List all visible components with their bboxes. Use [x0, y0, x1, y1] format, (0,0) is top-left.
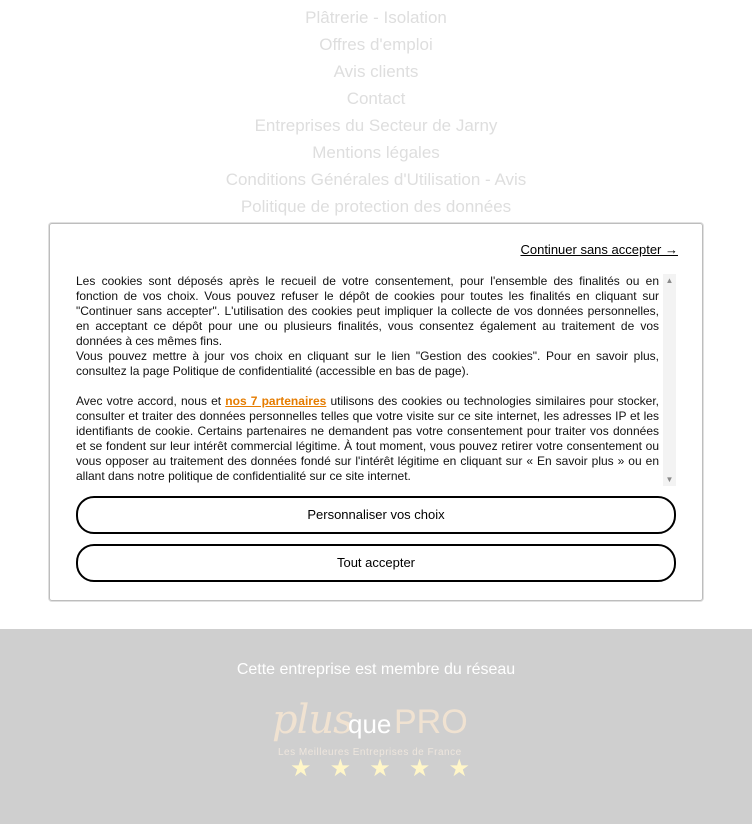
continue-without-accepting-link[interactable]: Continuer sans accepter → — [520, 242, 678, 257]
footer: Cette entreprise est membre du réseau pl… — [0, 629, 752, 824]
accept-all-button[interactable]: Tout accepter — [76, 544, 676, 582]
scroll-up-arrow-icon[interactable]: ▲ — [663, 276, 676, 285]
partners-link[interactable]: nos 7 partenaires — [225, 394, 326, 408]
consent-text: Les cookies sont déposés après le recuei… — [76, 274, 659, 484]
logo-que-text: que — [348, 709, 392, 739]
consent-paragraph-3: Avec votre accord, nous et nos 7 partena… — [76, 394, 659, 484]
scroll-down-arrow-icon[interactable]: ▼ — [663, 475, 676, 484]
cookie-consent-dialog: Continuer sans accepter → Les cookies so… — [49, 223, 703, 601]
logo-pro-text: PRO — [394, 703, 468, 741]
vertical-scrollbar[interactable]: ▲ ▼ — [663, 274, 676, 486]
plusquepro-logo[interactable]: plus que PRO Les Meilleures Entreprises … — [270, 693, 482, 789]
rating-stars: ★ ★ ★ ★ ★ — [290, 757, 470, 781]
star-icon: ★ — [369, 755, 391, 782]
star-icon: ★ — [448, 755, 470, 782]
star-icon: ★ — [408, 755, 431, 782]
consent-paragraph-3-start: Avec votre accord, nous et — [76, 394, 226, 408]
star-icon: ★ — [329, 755, 352, 782]
star-icon: ★ — [290, 755, 312, 782]
consent-paragraph-1: Les cookies sont déposés après le recuei… — [76, 274, 659, 348]
customize-choices-button[interactable]: Personnaliser vos choix — [76, 496, 676, 534]
network-membership-text: Cette entreprise est membre du réseau — [236, 661, 516, 678]
consent-paragraph-2: Vous pouvez mettre à jour vos choix en c… — [76, 349, 659, 378]
logo-plus-text: plus — [272, 697, 354, 743]
consent-text-scroll-area[interactable]: Les cookies sont déposés après le recuei… — [76, 274, 676, 486]
